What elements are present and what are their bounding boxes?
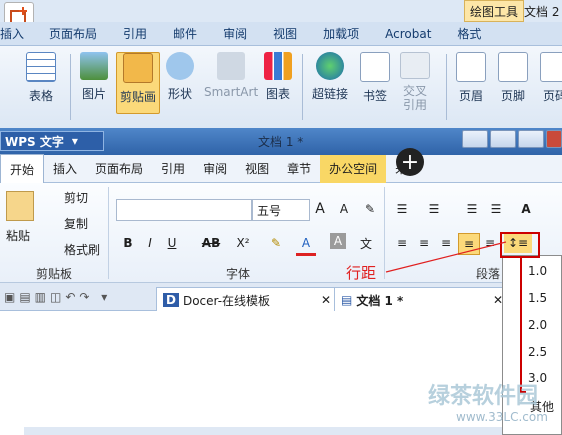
picture-icon bbox=[80, 52, 108, 80]
superscript-button[interactable]: X² bbox=[230, 233, 256, 253]
tab-acrobat[interactable]: Acrobat bbox=[372, 22, 444, 46]
char-shading-icon[interactable]: A bbox=[330, 233, 346, 249]
header-button[interactable]: 页眉 bbox=[456, 52, 486, 112]
doc-icon: ▤ bbox=[341, 293, 353, 307]
page-number-icon bbox=[540, 52, 562, 82]
spacing-1-0[interactable]: 1.0 bbox=[528, 264, 547, 278]
table-icon bbox=[26, 52, 56, 82]
smartart-icon bbox=[217, 52, 246, 80]
hyperlink-button[interactable]: 超链接 bbox=[312, 52, 348, 112]
chart-button[interactable]: 图表 bbox=[264, 52, 292, 112]
maximize-button[interactable] bbox=[518, 130, 544, 148]
cross-reference-button[interactable]: 交叉 引用 bbox=[400, 52, 430, 112]
chart-icon bbox=[264, 52, 292, 80]
minimize-button[interactable] bbox=[490, 130, 516, 148]
close-button[interactable] bbox=[546, 130, 562, 148]
word-doc-title: 文档 2 bbox=[524, 4, 560, 19]
tab-view[interactable]: 视图 bbox=[260, 22, 310, 46]
phonetic-icon[interactable]: 文 bbox=[356, 233, 376, 253]
clipboard-group-label: 剪贴板 bbox=[36, 267, 73, 281]
numbering-icon[interactable]: ☰ bbox=[424, 199, 444, 219]
tab-review[interactable]: 审阅 bbox=[194, 155, 236, 183]
drawing-tools-tab[interactable]: 绘图工具 bbox=[464, 0, 524, 22]
tab-page-layout[interactable]: 页面布局 bbox=[86, 155, 152, 183]
smartart-button[interactable]: SmartArt bbox=[204, 52, 258, 112]
add-circle-icon[interactable]: + bbox=[396, 148, 424, 176]
tab-format[interactable]: 格式 bbox=[444, 22, 494, 46]
bold-button[interactable]: B bbox=[118, 233, 138, 253]
copy-button[interactable]: 复制 bbox=[64, 215, 88, 232]
picture-button[interactable]: 图片 bbox=[80, 52, 108, 112]
font-group-label: 字体 bbox=[226, 267, 251, 281]
cut-button[interactable]: 剪切 bbox=[64, 189, 88, 206]
quick-toolbar-icons[interactable]: ▣▤▥◫↶↷ ▾ bbox=[4, 290, 111, 304]
bookmark-icon bbox=[360, 52, 390, 82]
tab-home[interactable]: 开始 bbox=[0, 154, 45, 183]
shapes-button[interactable]: 形状 bbox=[166, 52, 194, 112]
underline-button[interactable]: U bbox=[162, 233, 182, 253]
tab-section[interactable]: 章节 bbox=[278, 155, 320, 183]
grow-font-icon[interactable]: A bbox=[310, 199, 330, 219]
clear-format-icon[interactable]: ✎ bbox=[360, 199, 380, 219]
window-menu-button[interactable] bbox=[462, 130, 488, 148]
annotation-arrow bbox=[385, 241, 507, 273]
paste-button[interactable]: 粘贴 bbox=[6, 227, 30, 244]
docer-icon: D bbox=[163, 293, 179, 307]
close-icon[interactable]: ✕ bbox=[321, 293, 331, 307]
font-size-field[interactable]: 五号 bbox=[252, 199, 310, 221]
text-direction-icon[interactable]: A bbox=[516, 199, 536, 219]
font-name-field[interactable] bbox=[116, 199, 252, 221]
tab-review[interactable]: 审阅 bbox=[210, 22, 260, 46]
annotation-label: 行距 bbox=[346, 264, 377, 282]
tab-mailings[interactable]: 邮件 bbox=[160, 22, 210, 46]
font-color-button[interactable]: A bbox=[296, 233, 316, 256]
wps-app-menu[interactable]: WPS 文字 ▾ bbox=[0, 131, 104, 151]
word-tab-bar: 插入 页面布局 引用 邮件 审阅 视图 加载项 Acrobat 格式 bbox=[0, 22, 562, 46]
tab-page-layout[interactable]: 页面布局 bbox=[36, 22, 110, 46]
clipart-button[interactable]: 剪贴画 bbox=[116, 52, 160, 114]
tab-insert[interactable]: 插入 bbox=[44, 155, 86, 183]
wps-tab-bar: 开始 插入 页面布局 引用 审阅 视图 章节 办公空间 未 bbox=[0, 154, 562, 183]
word-ribbon-groups: 表格 图片 剪贴画 形状 SmartArt 图表 超链接 书签 交叉 引用 页眉… bbox=[0, 46, 562, 128]
globe-icon bbox=[316, 52, 344, 80]
strikethrough-button[interactable]: AB bbox=[196, 233, 226, 253]
decrease-indent-icon[interactable]: ☰ bbox=[462, 199, 482, 219]
shrink-font-icon[interactable]: A bbox=[334, 199, 354, 219]
watermark: 绿茶软件园 www.33LC.com bbox=[428, 384, 548, 424]
italic-button[interactable]: I bbox=[140, 233, 160, 253]
paste-icon[interactable] bbox=[6, 191, 34, 221]
footer-icon bbox=[498, 52, 528, 82]
clipart-icon bbox=[123, 53, 153, 83]
spacing-1-5[interactable]: 1.5 bbox=[528, 291, 547, 305]
tab-view[interactable]: 视图 bbox=[236, 155, 278, 183]
spacing-2-0[interactable]: 2.0 bbox=[528, 318, 547, 332]
current-doc-tab[interactable]: ▤ 文档 1 * ✕ bbox=[334, 287, 510, 312]
format-painter-button[interactable]: 格式刷 bbox=[64, 241, 100, 258]
tab-insert[interactable]: 插入 bbox=[0, 22, 36, 46]
tab-addins[interactable]: 加载项 bbox=[310, 22, 372, 46]
tab-office-space[interactable]: 办公空间 bbox=[320, 154, 387, 183]
page-number-button[interactable]: 页码 bbox=[540, 52, 562, 112]
bullets-icon[interactable]: ☰ bbox=[392, 199, 412, 219]
header-icon bbox=[456, 52, 486, 82]
table-button[interactable]: 表格 bbox=[26, 52, 56, 112]
menu-outline bbox=[520, 258, 526, 393]
bookmark-button[interactable]: 书签 bbox=[360, 52, 390, 112]
docer-template-tab[interactable]: D Docer-在线模板 ✕ bbox=[156, 287, 338, 312]
shapes-icon bbox=[166, 52, 194, 80]
spacing-2-5[interactable]: 2.5 bbox=[528, 345, 547, 359]
cross-reference-icon bbox=[400, 52, 430, 79]
increase-indent-icon[interactable]: ☰ bbox=[486, 199, 506, 219]
wps-doc-title: 文档 1 * bbox=[258, 135, 304, 149]
highlight-icon[interactable]: ✎ bbox=[266, 233, 286, 253]
tab-references[interactable]: 引用 bbox=[110, 22, 160, 46]
footer-button[interactable]: 页脚 bbox=[498, 52, 528, 112]
tab-references[interactable]: 引用 bbox=[152, 155, 194, 183]
